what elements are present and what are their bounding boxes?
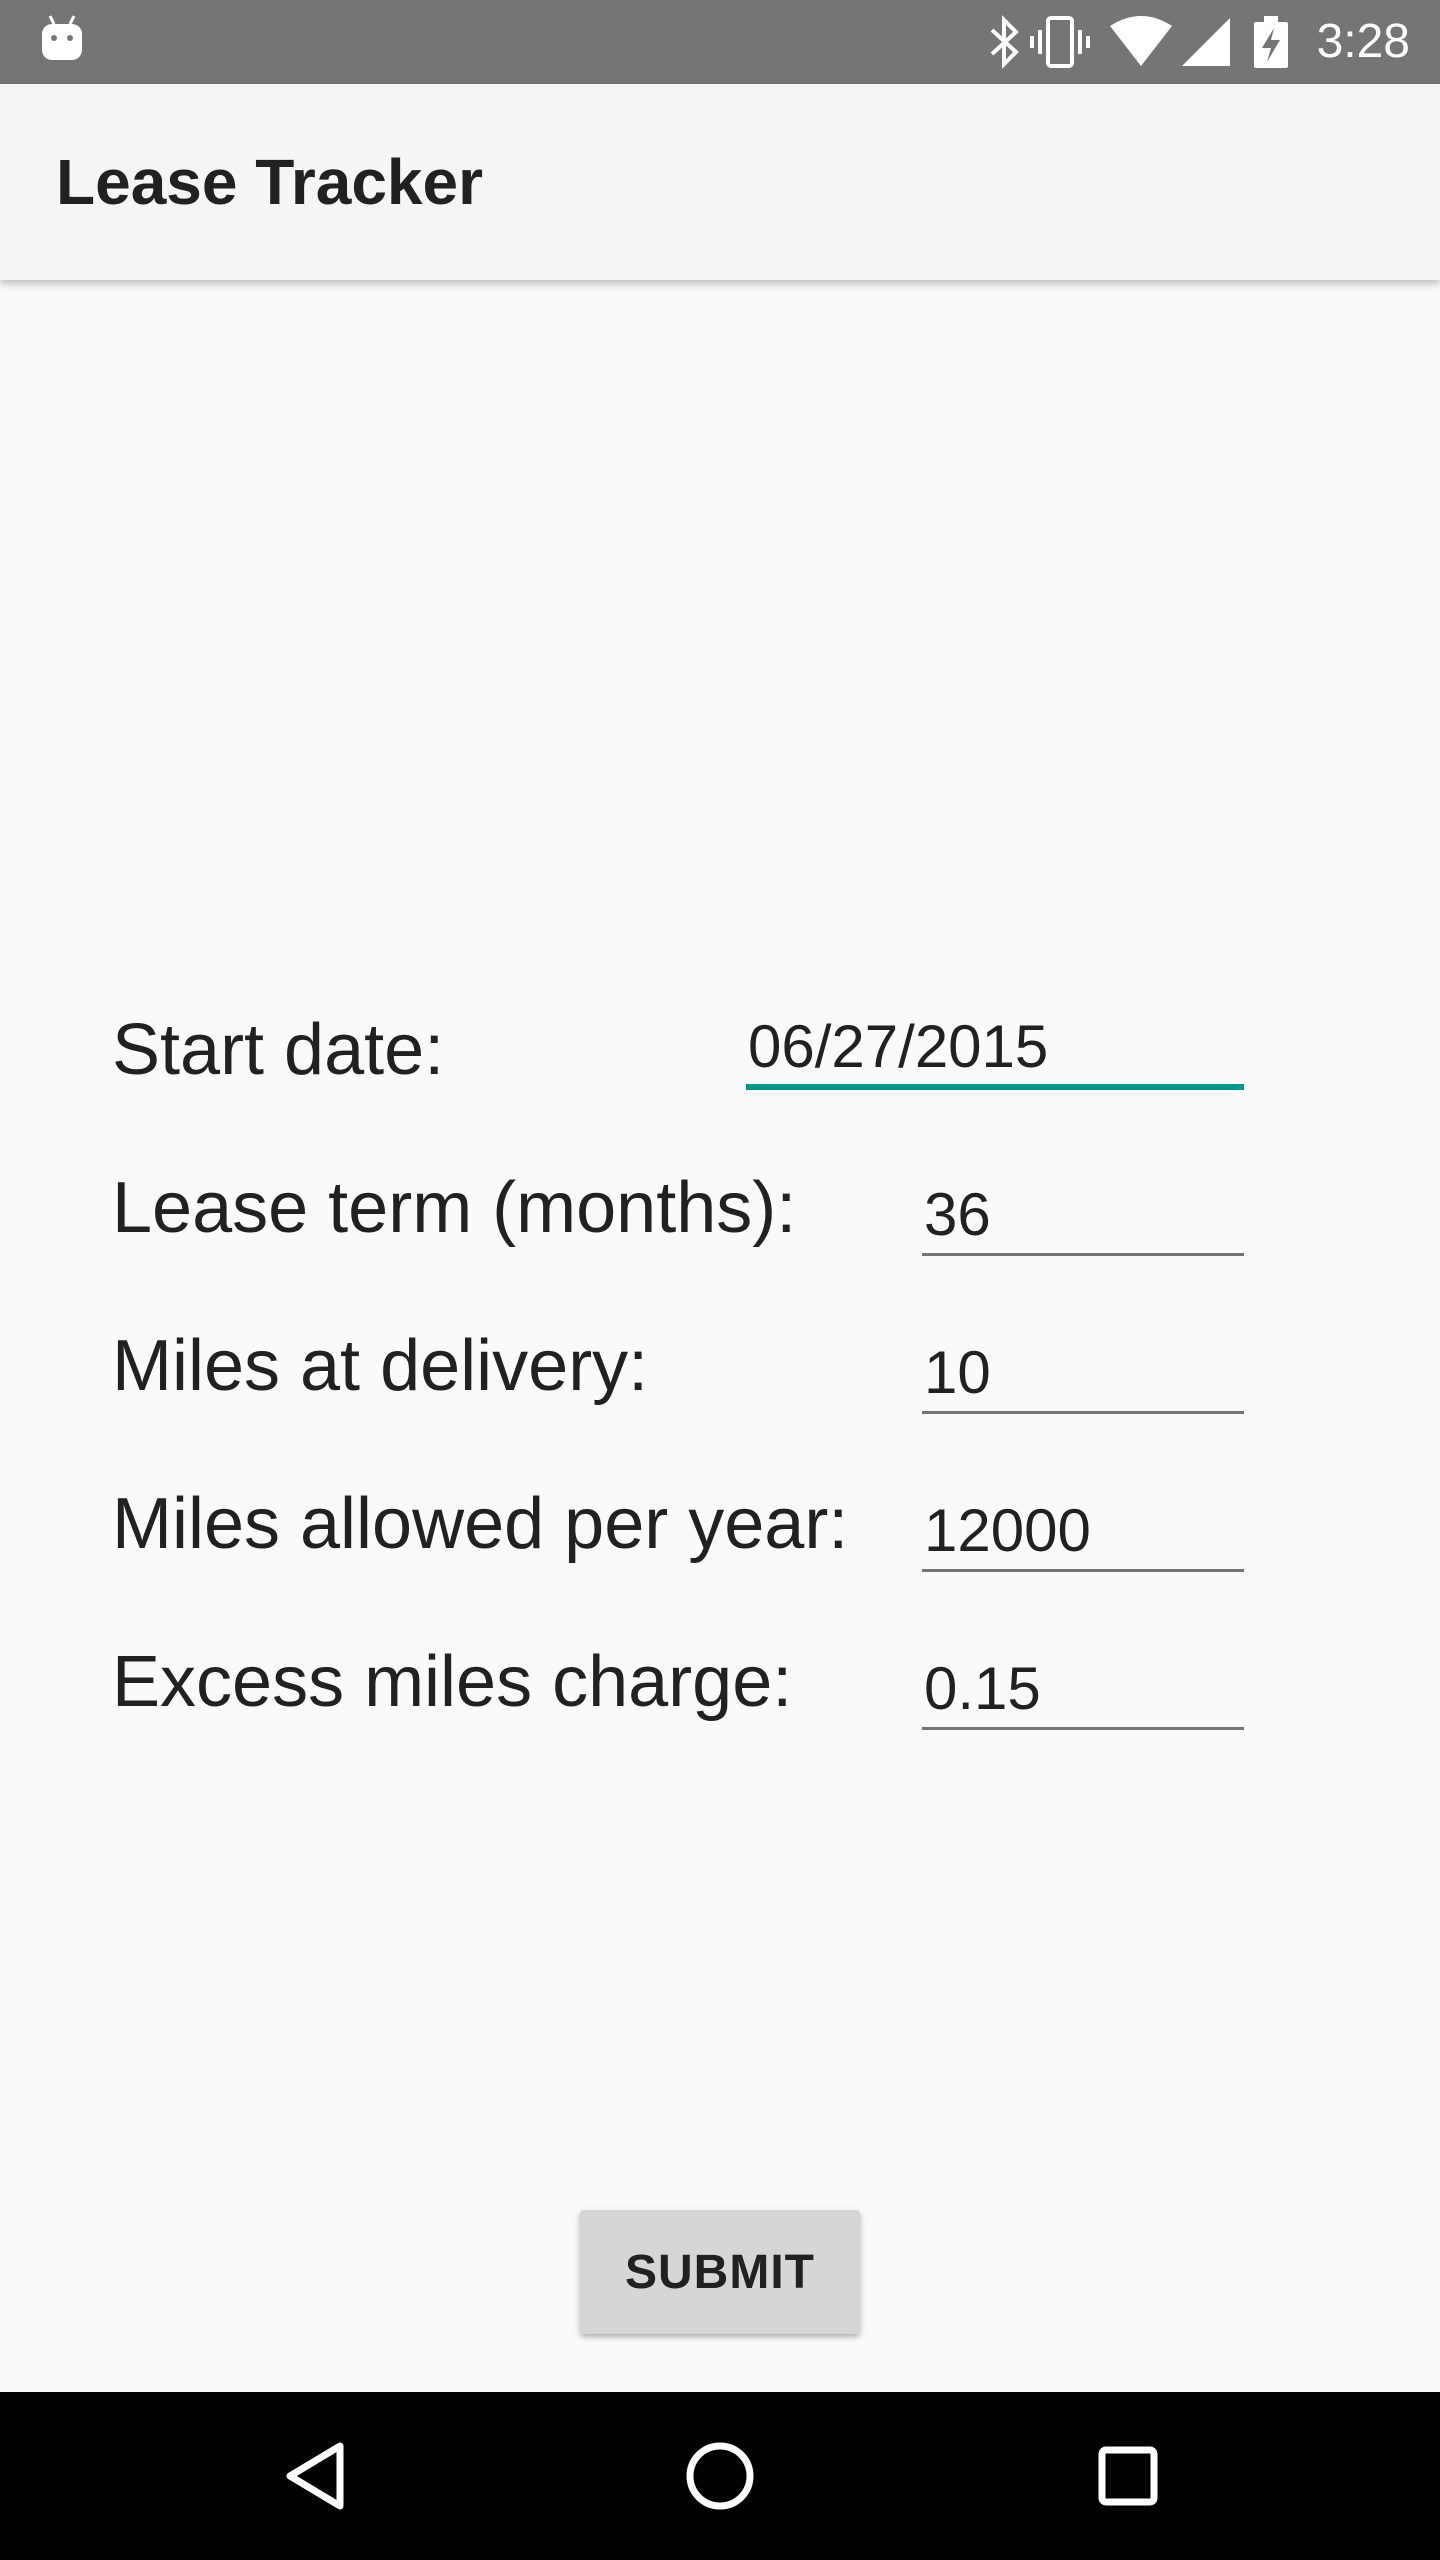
excess-charge-field[interactable] [922,1650,1244,1730]
android-icon [42,15,82,60]
back-icon[interactable] [280,2436,352,2516]
start-date-label: Start date: [112,1010,445,1090]
start-date-field[interactable] [746,1010,1244,1090]
app-bar: Lease Tracker [0,84,1440,280]
vibrate-icon [1030,16,1090,68]
miles-at-delivery-field[interactable] [922,1334,1244,1414]
app-title: Lease Tracker [56,146,483,218]
status-bar: 3:28 [0,0,1440,84]
lease-term-field[interactable] [922,1176,1244,1256]
home-icon[interactable] [680,2436,760,2516]
signal-icon [1182,18,1230,66]
excess-charge-label: Excess miles charge: [112,1642,793,1722]
wifi-icon [1110,16,1172,66]
bluetooth-icon [990,15,1019,69]
status-time: 3:28 [1316,15,1410,68]
submit-button[interactable]: SUBMIT [580,2210,860,2334]
navigation-bar [0,2392,1440,2560]
recents-icon[interactable] [1088,2436,1168,2516]
miles-per-year-label: Miles allowed per year: [112,1484,849,1564]
miles-per-year-field[interactable] [922,1492,1244,1572]
miles-at-delivery-label: Miles at delivery: [112,1326,649,1406]
battery-charging-icon [1254,16,1288,68]
lease-term-label: Lease term (months): [112,1168,797,1248]
